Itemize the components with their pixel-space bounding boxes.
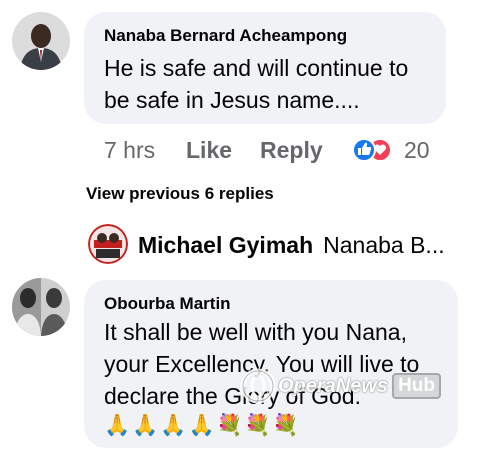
avatar-michael[interactable] — [88, 224, 128, 264]
reply-preview[interactable]: Michael Gyimah Nanaba B... — [138, 232, 445, 259]
view-previous-replies-link[interactable]: View previous 6 replies — [86, 184, 274, 204]
watermark-text: OperaNews — [278, 374, 389, 397]
comment-author[interactable]: Obourba Martin — [104, 294, 231, 314]
comment-text-line: He is safe and will continue to — [104, 55, 409, 81]
reply-preview-author[interactable]: Michael Gyimah — [138, 232, 313, 258]
reaction-count[interactable]: 20 — [404, 137, 430, 164]
reply-button[interactable]: Reply — [260, 137, 350, 164]
like-button[interactable]: Like — [186, 137, 260, 164]
avatar-nanaba[interactable] — [12, 12, 70, 70]
like-reaction-icon — [352, 138, 376, 162]
watermark: OperaNews Hub — [238, 366, 441, 406]
comment-author[interactable]: Nanaba Bernard Acheampong — [104, 26, 347, 46]
reaction-summary[interactable] — [350, 136, 396, 164]
operanews-logo-icon — [240, 368, 276, 404]
watermark-badge: Hub — [392, 373, 441, 399]
comment-text-line: be safe in Jesus name.... — [104, 87, 360, 113]
comment-timestamp[interactable]: 7 hrs — [104, 137, 186, 164]
reply-preview-text: Nanaba B... — [323, 232, 445, 258]
comment-actions: 7 hrs Like Reply 20 — [104, 134, 430, 166]
emoji-row: 🙏🙏🙏🙏💐💐💐 — [104, 414, 302, 437]
avatar-obourba[interactable] — [12, 278, 70, 336]
comment-text-line: It shall be well with you Nana, — [104, 319, 407, 345]
